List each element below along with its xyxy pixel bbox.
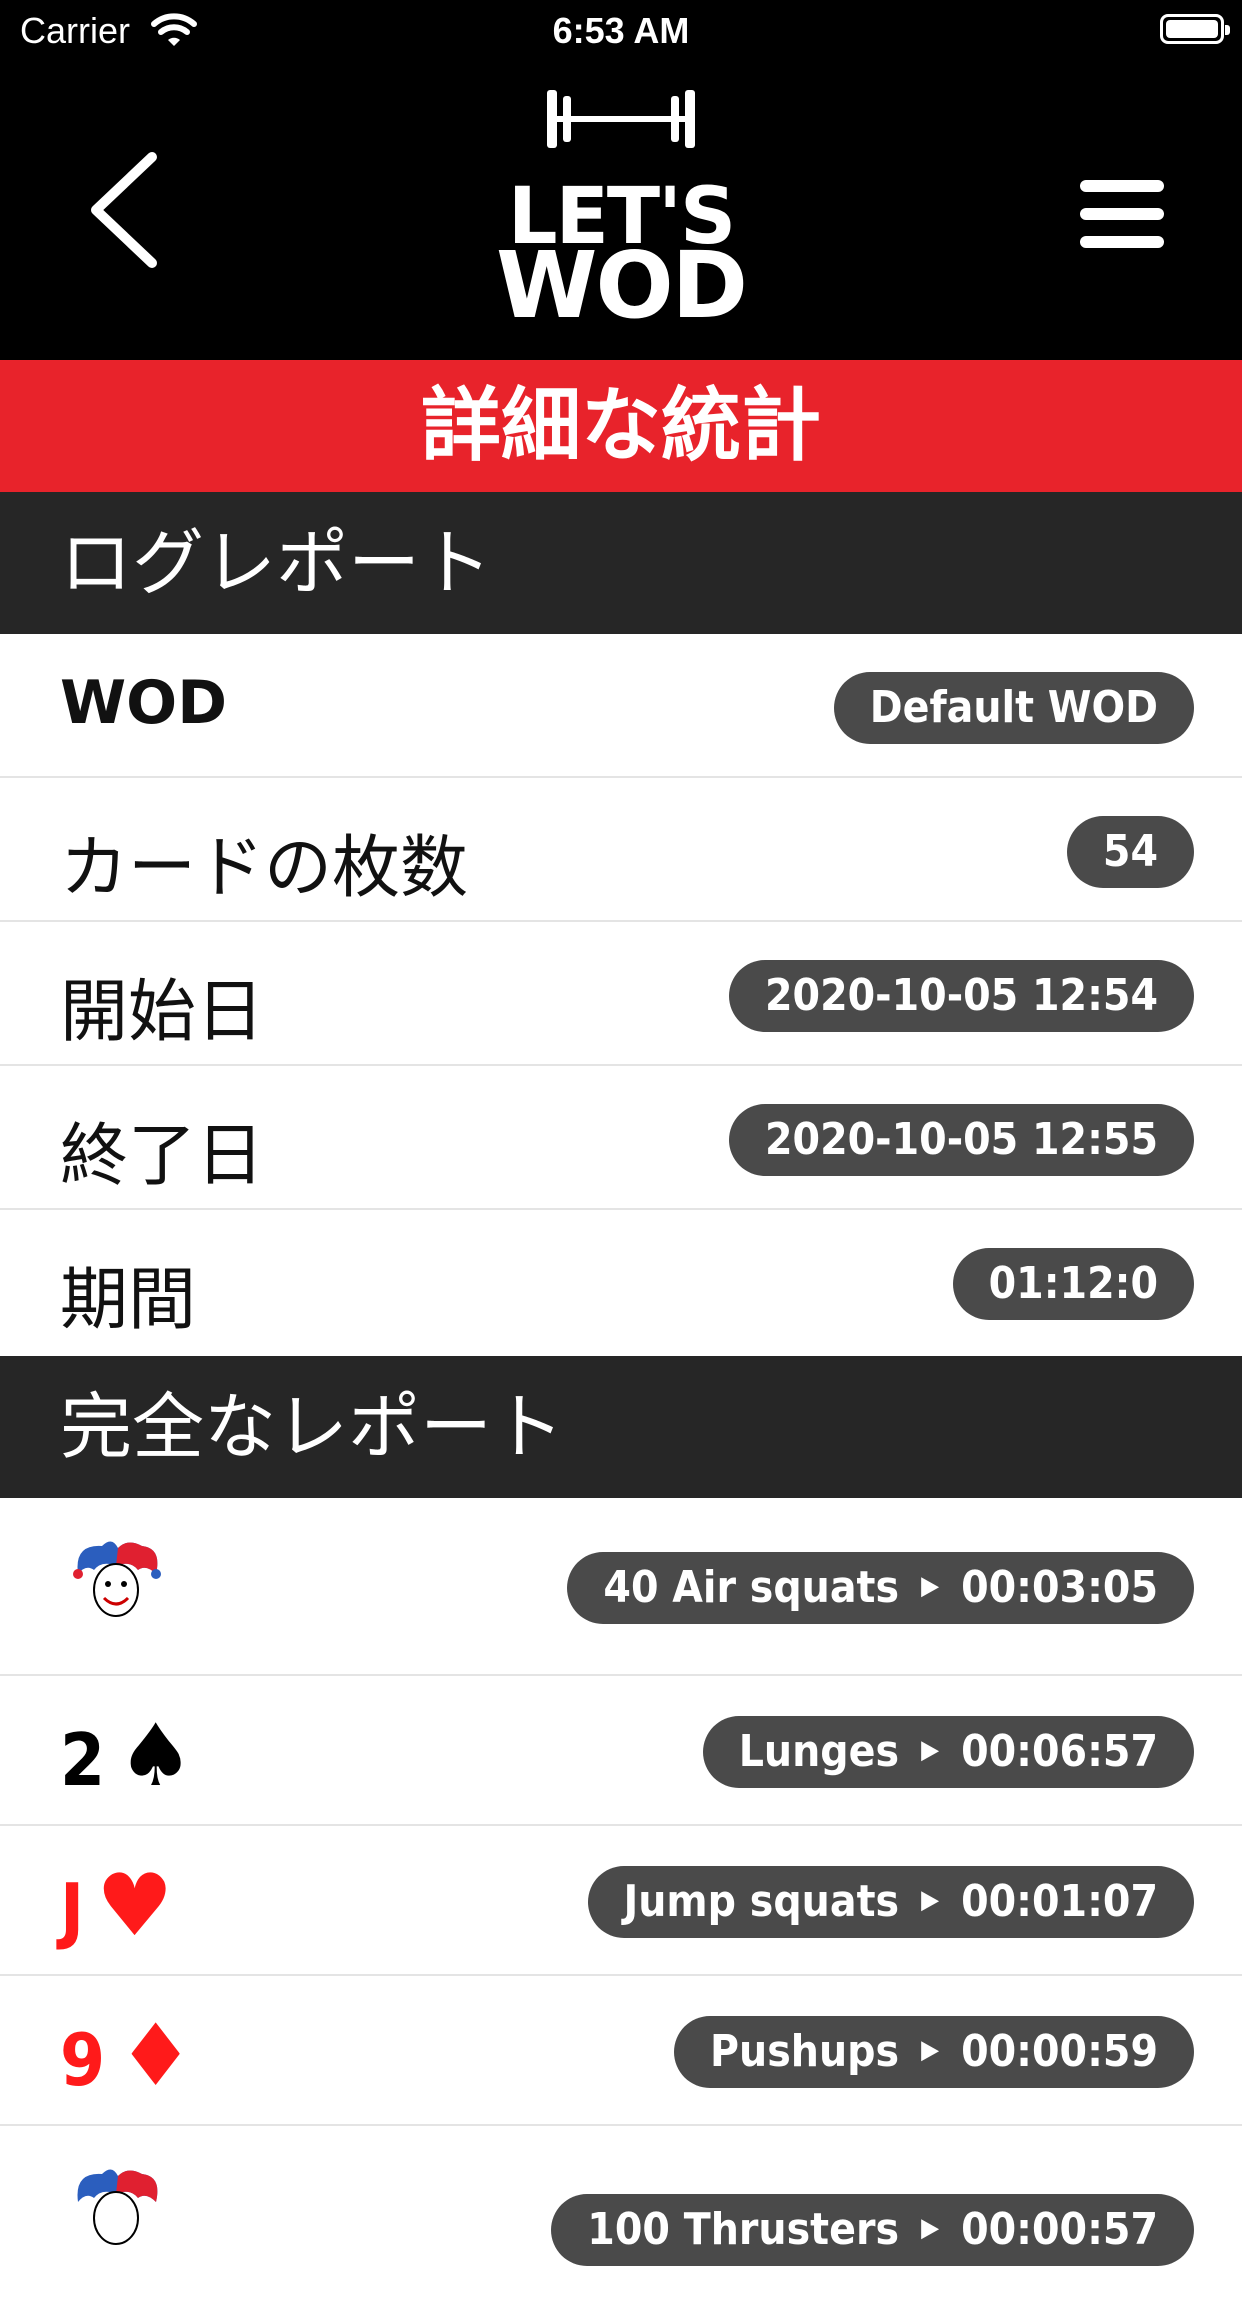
stat-row-wod: WOD Default WOD	[0, 634, 1242, 778]
stat-row-end-date: 終了日 2020-10-05 12:55	[0, 1066, 1242, 1210]
play-arrow-icon: ▶	[921, 1885, 940, 1915]
joker-card-icon	[77, 2169, 158, 2245]
spade-suit-icon: ♠	[117, 1706, 195, 1806]
report-row: 2 ♠ Lunges ▶ 00:06:57	[0, 1676, 1242, 1826]
stat-value-badge: 2020-10-05 12:54	[729, 960, 1194, 1032]
exercise-time: 00:00:59	[961, 2026, 1158, 2077]
status-bar: Carrier 6:53 AM	[0, 0, 1242, 62]
exercise-time: 00:06:57	[961, 1726, 1158, 1777]
exercise-time-badge: Pushups ▶ 00:00:59	[674, 2016, 1194, 2088]
stat-value-badge: 01:12:0	[952, 1248, 1194, 1320]
battery-icon	[1160, 14, 1230, 44]
hamburger-menu-icon[interactable]	[1072, 170, 1172, 260]
exercise-name: 100 Thrusters	[587, 2204, 900, 2255]
playing-card: 9 ♦	[60, 2006, 194, 2106]
card-rank: 9	[60, 2018, 106, 2102]
section-title: ログレポート	[60, 521, 493, 605]
stat-row-duration: 期間 01:12:0	[0, 1210, 1242, 1356]
stat-label: WOD	[60, 668, 227, 738]
exercise-time: 00:03:05	[961, 1562, 1158, 1613]
exercise-name: 40 Air squats	[603, 1562, 900, 1613]
card-rank: 2	[60, 1718, 106, 1802]
stat-value-badge: Default WOD	[833, 672, 1194, 744]
stat-value-badge: 54	[1066, 816, 1194, 888]
lets-wod-logo: LET'S WOD	[471, 80, 771, 340]
play-arrow-icon: ▶	[921, 2035, 940, 2065]
play-arrow-icon: ▶	[921, 1571, 940, 1601]
barbell-icon	[547, 90, 695, 148]
joker-card-icon	[73, 1541, 161, 1617]
section-header-full-report: 完全なレポート	[0, 1356, 1242, 1498]
card-rank: J	[60, 1868, 85, 1952]
exercise-name: Jump squats	[623, 1876, 900, 1927]
logo-text-wod: WOD	[495, 232, 748, 339]
exercise-time-badge: Jump squats ▶ 00:01:07	[587, 1866, 1194, 1938]
section-title: 完全なレポート	[60, 1385, 565, 1469]
exercise-time: 00:01:07	[961, 1876, 1158, 1927]
stat-row-start-date: 開始日 2020-10-05 12:54	[0, 922, 1242, 1066]
exercise-time: 00:00:57	[961, 2204, 1158, 2255]
play-arrow-icon: ▶	[921, 2213, 940, 2243]
playing-card: 2 ♠	[60, 1706, 194, 1806]
exercise-time-badge: 40 Air squats ▶ 00:03:05	[567, 1552, 1194, 1624]
stat-label: 期間	[60, 1261, 197, 1340]
section-header-log-report: ログレポート	[0, 492, 1242, 634]
clock: 6:53 AM	[552, 10, 690, 51]
report-row: J ♥ Jump squats ▶ 00:01:07	[0, 1826, 1242, 1976]
report-row: 100 Thrusters ▶ 00:00:57	[0, 2126, 1242, 2304]
back-chevron-icon[interactable]	[70, 145, 180, 275]
stat-value-badge: 2020-10-05 12:55	[729, 1104, 1194, 1176]
stat-row-card-count: カードの枚数 54	[0, 778, 1242, 922]
exercise-name: Pushups	[710, 2026, 900, 2077]
heart-suit-icon: ♥	[96, 1856, 174, 1956]
playing-card: J ♥	[60, 1856, 173, 1956]
navigation-bar: Carrier 6:53 AM LET'S WOD	[0, 0, 1242, 360]
exercise-time-badge: 100 Thrusters ▶ 00:00:57	[551, 2194, 1194, 2266]
stat-label: カードの枚数	[60, 829, 469, 908]
diamond-suit-icon: ♦	[117, 2006, 195, 2106]
exercise-time-badge: Lunges ▶ 00:06:57	[702, 1716, 1194, 1788]
exercise-name: Lunges	[738, 1726, 900, 1777]
page-title: 詳細な統計	[0, 360, 1242, 492]
stat-label: 終了日	[60, 1117, 265, 1196]
play-arrow-icon: ▶	[921, 1735, 940, 1765]
report-row: 9 ♦ Pushups ▶ 00:00:59	[0, 1976, 1242, 2126]
report-row: 40 Air squats ▶ 00:03:05	[0, 1498, 1242, 1676]
stat-label: 開始日	[60, 973, 265, 1052]
